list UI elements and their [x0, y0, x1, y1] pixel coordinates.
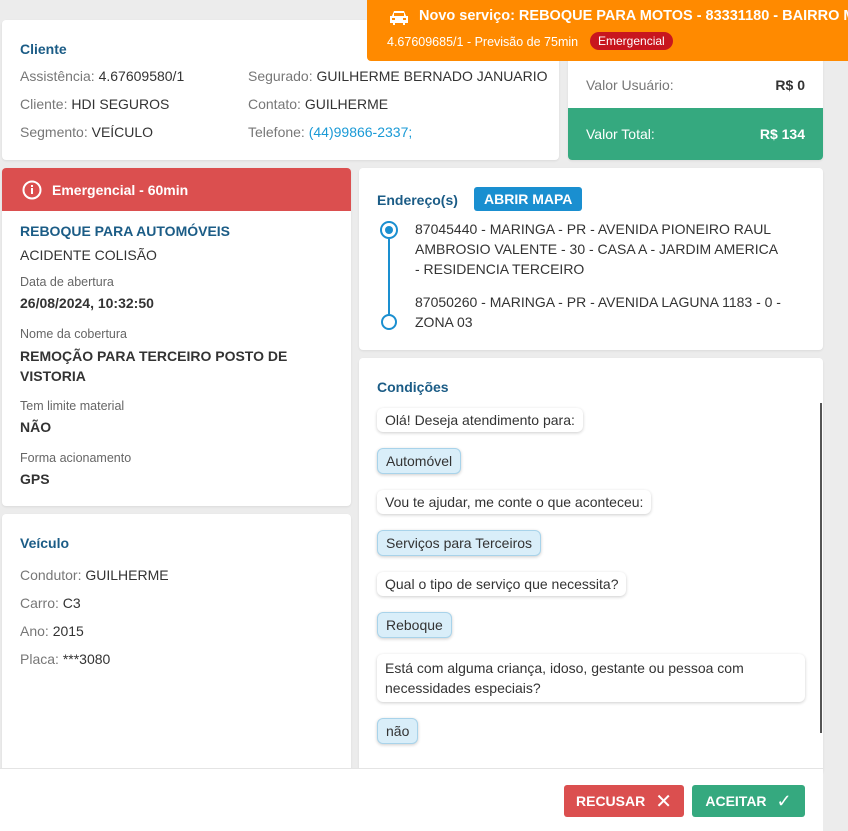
label: Condutor:: [20, 567, 82, 583]
value: VEÍCULO: [91, 124, 154, 140]
label: Telefone:: [248, 124, 305, 140]
emergency-badge: Emergencial: [590, 32, 673, 50]
vehicle-card: Veículo Condutor: GUILHERME Carro: C3 An…: [2, 514, 351, 774]
address-title: Endereço(s): [377, 192, 458, 208]
label: Segmento:: [20, 124, 88, 140]
question-bubble: Qual o tipo de serviço que necessita?: [377, 572, 627, 596]
close-icon: ✕: [655, 790, 672, 813]
toast-title: Novo serviço: REBOQUE PARA MOTOS - 83331…: [419, 8, 848, 24]
driver-field: Condutor: GUILHERME: [20, 567, 169, 583]
answer-bubble: Reboque: [377, 612, 452, 638]
vehicle-title: Veículo: [20, 535, 70, 551]
scrollbar[interactable]: [820, 403, 822, 733]
car-icon: [390, 11, 408, 25]
banner-text: Emergencial - 60min: [52, 182, 189, 198]
route-line: [388, 239, 390, 314]
trigger-value: GPS: [20, 471, 50, 487]
year-field: Ano: 2015: [20, 623, 84, 639]
label: Contato:: [248, 96, 301, 112]
coverage-label: Nome da cobertura: [20, 327, 128, 341]
service-type: REBOQUE PARA AUTOMÓVEIS: [20, 223, 231, 239]
total-label: Valor Total:: [586, 126, 655, 142]
value: HDI SEGUROS: [71, 96, 170, 112]
value: 4.67609580/1: [98, 68, 185, 84]
reject-label: RECUSAR: [576, 793, 646, 809]
plate-field: Placa: ***3080: [20, 651, 110, 667]
toast-subtitle: 4.67609685/1 - Previsão de 75min: [387, 35, 579, 49]
answer-bubble: Serviços para Terceiros: [377, 530, 542, 556]
emergency-banner: Emergencial - 60min: [2, 168, 351, 211]
assistance-field: Assistência: 4.67609580/1: [20, 68, 184, 84]
info-icon: [22, 180, 42, 200]
car-field: Carro: C3: [20, 595, 81, 611]
origin-marker-icon: [380, 221, 398, 239]
total-bar: Valor Total: R$ 134: [568, 108, 823, 160]
answer-bubble: não: [377, 718, 419, 744]
answer-bubble: Automóvel: [377, 448, 462, 474]
client-title: Cliente: [20, 41, 67, 57]
service-card: Emergencial - 60min REBOQUE PARA AUTOMÓV…: [2, 168, 351, 506]
chat-log[interactable]: Olá! Deseja atendimento para: Automóvel …: [377, 408, 807, 760]
trigger-label: Forma acionamento: [20, 451, 132, 465]
value: C3: [62, 595, 81, 611]
opening-date-label: Data de abertura: [20, 275, 114, 289]
address-origin: 87045440 - MARINGA - PR - AVENIDA PIONEI…: [415, 221, 778, 277]
address-destination: 87050260 - MARINGA - PR - AVENIDA LAGUNA…: [415, 294, 781, 330]
label: Ano:: [20, 623, 49, 639]
destination-marker-icon: [381, 314, 397, 330]
insured-field: Segurado: GUILHERME BERNADO JANUARIO: [248, 68, 548, 84]
segment-field: Segmento: VEÍCULO: [20, 124, 153, 140]
total-value: R$ 134: [759, 126, 805, 142]
reject-button[interactable]: RECUSAR ✕: [564, 785, 684, 817]
footer-bar: RECUSAR ✕ ACEITAR ✓: [0, 768, 823, 831]
new-service-toast[interactable]: Novo serviço: REBOQUE PARA MOTOS - 83331…: [367, 0, 848, 61]
value: GUILHERME: [304, 96, 389, 112]
phone-field: Telefone: (44)99866-2337;: [248, 124, 412, 140]
question-bubble: Olá! Deseja atendimento para:: [377, 408, 583, 432]
question-bubble: Vou te ajudar, me conte o que aconteceu:: [377, 490, 652, 514]
label: Carro:: [20, 595, 59, 611]
client-field: Cliente: HDI SEGUROS: [20, 96, 169, 112]
contact-field: Contato: GUILHERME: [248, 96, 388, 112]
label: Assistência:: [20, 68, 95, 84]
value: 2015: [52, 623, 84, 639]
service-reason: ACIDENTE COLISÃO: [20, 247, 157, 263]
material-limit-label: Tem limite material: [20, 399, 125, 413]
conditions-card: Condições Olá! Deseja atendimento para: …: [359, 358, 823, 774]
check-icon: ✓: [776, 790, 792, 811]
user-value-label: Valor Usuário:: [586, 77, 674, 93]
opening-date: 26/08/2024, 10:32:50: [20, 295, 154, 311]
address-card: Endereço(s) ABRIR MAPA 87045440 - MARING…: [359, 168, 823, 350]
phone-link[interactable]: (44)99866-2337;: [309, 124, 413, 140]
coverage-name: REMOÇÃO PARA TERCEIRO POSTO DE VISTORIA: [20, 348, 288, 384]
open-map-button[interactable]: ABRIR MAPA: [474, 187, 583, 211]
label: Segurado:: [248, 68, 313, 84]
value: ***3080: [62, 651, 111, 667]
question-bubble: Está com alguma criança, idoso, gestante…: [377, 654, 805, 702]
conditions-title: Condições: [377, 379, 449, 395]
value: GUILHERME: [85, 567, 169, 583]
accept-label: ACEITAR: [705, 793, 767, 809]
value: GUILHERME BERNADO JANUARIO: [316, 68, 548, 84]
accept-button[interactable]: ACEITAR ✓: [692, 785, 805, 817]
label: Placa:: [20, 651, 59, 667]
material-limit: NÃO: [20, 419, 52, 435]
user-value: R$ 0: [775, 77, 805, 93]
label: Cliente:: [20, 96, 68, 112]
